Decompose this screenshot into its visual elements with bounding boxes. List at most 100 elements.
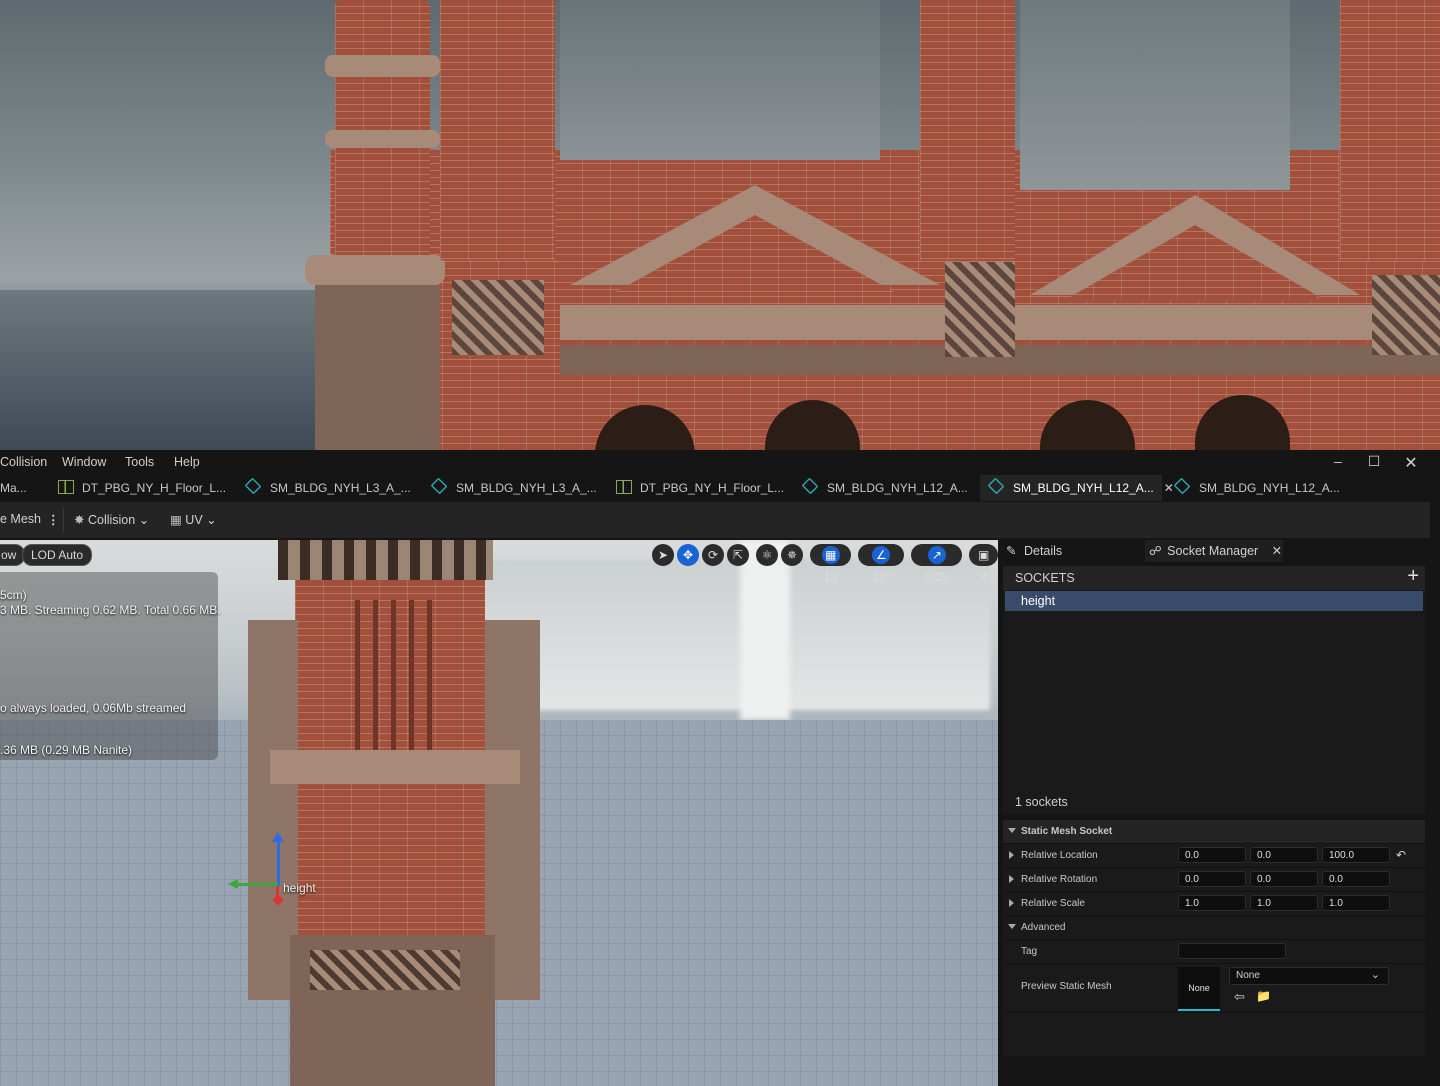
scale-x-field[interactable]: 1.0	[1178, 895, 1246, 911]
tab-details[interactable]: ✎ Details	[1006, 540, 1062, 562]
tab-data-table-1[interactable]: DT_PBG_NY_H_Floor_L...	[58, 475, 233, 501]
pencil-icon: ✎	[1006, 544, 1017, 558]
camera-speed-button[interactable]: ▣ 4	[969, 544, 998, 584]
reset-to-default-icon[interactable]: ↶	[1396, 848, 1406, 862]
background-level-viewport	[0, 0, 1440, 450]
rotation-snap-value: 10°	[872, 570, 891, 584]
menu-tools[interactable]: Tools	[125, 455, 154, 469]
maximize-icon[interactable]: ☐	[1363, 453, 1385, 471]
chevron-down-icon: ⌄	[206, 513, 217, 527]
rotation-z-field[interactable]: 0.0	[1322, 871, 1390, 887]
preview-mesh-select[interactable]: None ⌄	[1229, 967, 1389, 985]
socket-label: height	[283, 881, 316, 895]
tag-input[interactable]	[1178, 943, 1286, 959]
turret-cornice	[325, 55, 440, 77]
collapse-arrow-icon[interactable]	[1009, 851, 1014, 859]
stat-line: o always loaded, 0.06Mb streamed	[0, 701, 187, 715]
browse-asset-icon[interactable]: 📁	[1256, 989, 1271, 1003]
relative-location-label: Relative Location	[1021, 850, 1098, 861]
world-local-icon[interactable]: ⚛	[756, 544, 778, 566]
lod-pill[interactable]: LOD Auto	[22, 544, 93, 566]
diamond-panel-1	[452, 280, 544, 355]
tab-label: SM_BLDG_NYH_L12_A...	[827, 481, 968, 495]
location-y-field[interactable]: 0.0	[1250, 847, 1318, 863]
preview-static-mesh-label: Preview Static Mesh	[1021, 981, 1112, 992]
data-table-icon	[58, 480, 74, 494]
expand-arrow-icon	[1008, 828, 1016, 833]
location-z-field[interactable]: 100.0	[1322, 847, 1390, 863]
gizmo-z-axis[interactable]	[277, 840, 280, 886]
surface-snap-icon[interactable]: ✵	[781, 544, 803, 566]
rotation-y-field[interactable]: 0.0	[1250, 871, 1318, 887]
editor-toolbar: e Mesh ⋮ ✸ Collision ⌄ ▦ UV ⌄	[0, 502, 1430, 538]
grid-snap-value: 10	[824, 570, 838, 584]
tab-socket-manager[interactable]: ☍ Socket Manager ✕	[1145, 540, 1283, 562]
chimney-1	[440, 0, 555, 260]
use-selected-asset-icon[interactable]: ⇦	[1234, 989, 1245, 1005]
section-static-mesh-socket[interactable]: Static Mesh Socket	[1003, 820, 1425, 844]
scale-z-field[interactable]: 1.0	[1322, 895, 1390, 911]
gizmo-y-arrow	[228, 879, 238, 889]
menu-window[interactable]: Window	[62, 455, 106, 469]
camera-icon: ▣	[978, 548, 990, 562]
collapse-arrow-icon[interactable]	[1009, 899, 1014, 907]
tab-static-mesh-3[interactable]: SM_BLDG_NYH_L12_A...	[801, 475, 976, 501]
menu-help[interactable]: Help	[174, 455, 200, 469]
scale-snap-toggle[interactable]: ↗ 0.25	[911, 544, 963, 584]
gizmo-z-arrow	[272, 832, 284, 842]
menu-collision[interactable]: Collision	[0, 455, 47, 469]
right-panel: ✎ Details ☍ Socket Manager ✕ SOCKETS + h…	[1000, 540, 1430, 1086]
static-mesh-editor-window: Collision Window Tools Help – ☐ ✕ Ma... …	[0, 450, 1440, 1086]
grid-snap-toggle[interactable]: ▦ 10	[810, 544, 852, 584]
advanced-section[interactable]: Advanced	[1003, 916, 1425, 940]
uv-dropdown-button[interactable]: ▦ UV ⌄	[170, 512, 217, 527]
tab-data-table-2[interactable]: DT_PBG_NY_H_Floor_L...	[616, 475, 791, 501]
preview-static-mesh-row: Preview Static Mesh None None ⌄ ⇦ 📁	[1003, 964, 1425, 1013]
scale-snap-value: 0.25	[925, 570, 949, 584]
stats-overlay: 5cm) 3 MB. Streaming 0.62 MB. Total 0.66…	[0, 572, 221, 760]
tab-static-mesh-active[interactable]: SM_BLDG_NYH_L12_A... ✕	[980, 475, 1174, 501]
translate-icon[interactable]: ✥	[677, 544, 699, 566]
more-options-icon[interactable]: ⋮	[47, 512, 60, 527]
socket-icon: ☍	[1149, 544, 1162, 558]
gizmo-y-axis[interactable]	[236, 883, 278, 886]
tab-material[interactable]: Ma...	[0, 475, 50, 501]
collision-label: Collision	[87, 513, 136, 527]
expand-arrow-icon	[1008, 924, 1016, 929]
add-socket-icon[interactable]: +	[1407, 565, 1419, 588]
rotate-icon[interactable]: ⟳	[702, 544, 724, 566]
location-x-field[interactable]: 0.0	[1178, 847, 1246, 863]
close-window-icon[interactable]: ✕	[1400, 453, 1422, 472]
data-table-icon	[616, 480, 632, 494]
scale-y-field[interactable]: 1.0	[1250, 895, 1318, 911]
close-tab-icon[interactable]: ✕	[1272, 544, 1282, 558]
tab-static-mesh-2[interactable]: SM_BLDG_NYH_L3_A_...	[430, 475, 605, 501]
mesh-dropdown-button[interactable]: e Mesh	[0, 512, 41, 526]
minimize-icon[interactable]: –	[1327, 453, 1349, 471]
static-mesh-icon	[244, 477, 262, 495]
mesh-preview-viewport[interactable]: height ow LOD Auto 5cm) 3 MB. Streaming …	[0, 540, 998, 1086]
preview-mesh-thumbnail[interactable]: None	[1178, 967, 1220, 1011]
blurred-column	[740, 540, 790, 720]
tab-label: DT_PBG_NY_H_Floor_L...	[640, 481, 785, 495]
rotation-x-field[interactable]: 0.0	[1178, 871, 1246, 887]
uv-label: UV	[185, 513, 203, 527]
turret-band	[325, 130, 440, 148]
viewport-tools: ➤ ✥ ⟳ ⇱ ⚛ ✵ ▦ 10 ∠ 10° ↗ 0.25 ▣ 4	[652, 544, 998, 584]
section-title: Static Mesh Socket	[1021, 826, 1113, 837]
relative-rotation-row: Relative Rotation 0.0 0.0 0.0	[1003, 868, 1425, 892]
scale-icon[interactable]: ⇱	[727, 544, 749, 566]
tab-static-mesh-4[interactable]: SM_BLDG_NYH_L12_A...	[1173, 475, 1348, 501]
turret-base-band	[305, 255, 445, 285]
static-mesh-icon	[801, 477, 819, 495]
tab-label: Ma...	[0, 481, 27, 495]
collapse-arrow-icon[interactable]	[1009, 875, 1014, 883]
tag-row: Tag	[1003, 940, 1425, 964]
tab-static-mesh-1[interactable]: SM_BLDG_NYH_L3_A_...	[244, 475, 419, 501]
select-icon[interactable]: ➤	[652, 544, 674, 566]
tab-socket-manager-label: Socket Manager	[1167, 544, 1259, 558]
socket-list-item[interactable]: height	[1005, 591, 1423, 611]
collision-dropdown-button[interactable]: ✸ Collision ⌄	[74, 512, 149, 527]
pillar-base-diamonds	[310, 950, 460, 990]
rotation-snap-toggle[interactable]: ∠ 10°	[858, 544, 905, 584]
